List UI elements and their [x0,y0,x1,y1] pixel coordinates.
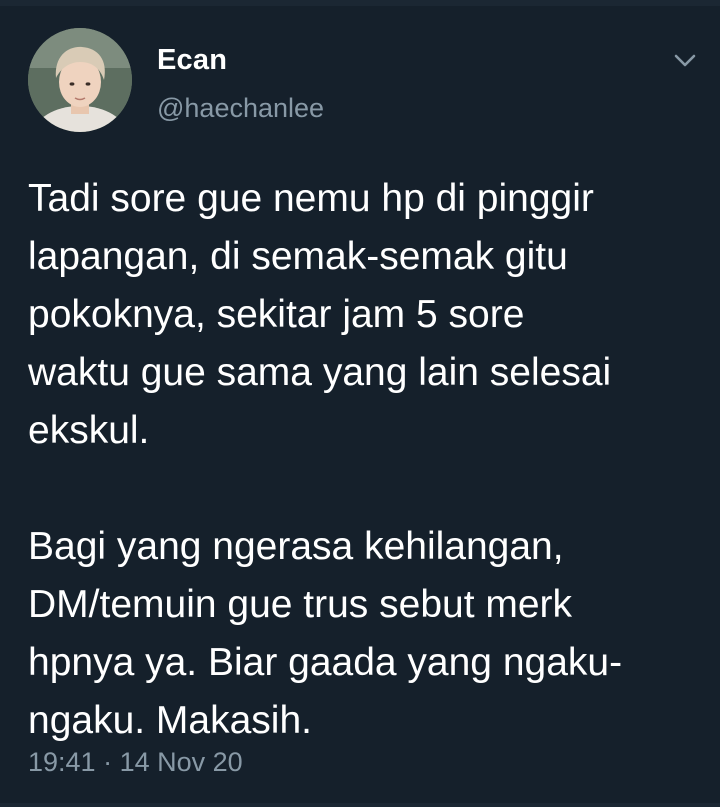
tweet-paragraph: Bagi yang ngerasa kehilangan, DM/temuin … [28,525,623,742]
tweet-paragraph: Tadi sore gue nemu hp di pinggir lapanga… [28,177,612,452]
chevron-down-icon[interactable] [668,48,702,74]
author-display-name[interactable]: Ecan [157,42,227,78]
meta-separator: · [103,747,113,777]
author-handle[interactable]: @haechanlee [157,91,324,125]
avatar-photo [28,28,132,132]
tweet-time: 19:41 [28,747,96,777]
tweet-date: 14 Nov 20 [119,747,243,777]
bottom-divider [0,803,720,807]
tweet-text: Tadi sore gue nemu hp di pinggir lapanga… [28,170,708,750]
avatar[interactable] [28,28,132,132]
tweet-card: Ecan @haechanlee Tadi sore gue nemu hp d… [0,0,720,807]
tweet-timestamp[interactable]: 19:41 · 14 Nov 20 [28,744,243,780]
